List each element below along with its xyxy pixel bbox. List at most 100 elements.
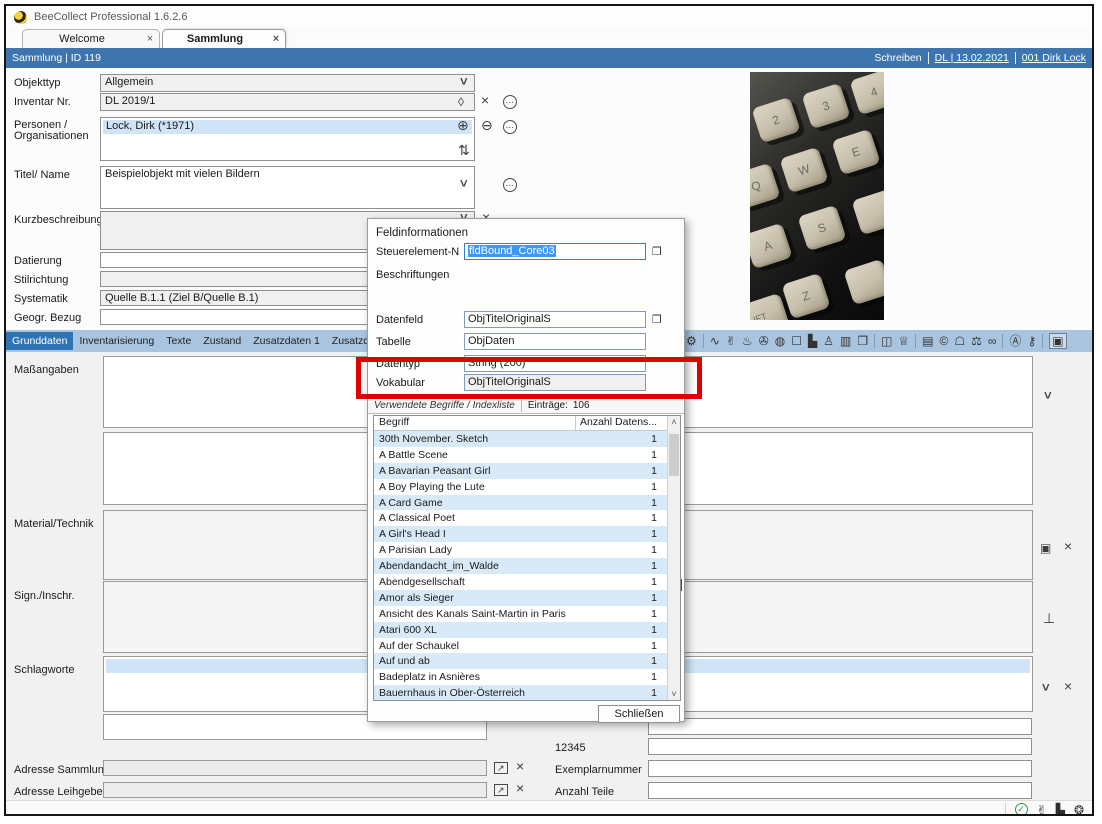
clipboard-icon[interactable]: ❐ — [857, 334, 868, 348]
tabelle-field[interactable]: ObjDaten — [464, 333, 646, 350]
list-item[interactable]: Bauernhaus in Ober-Österreich1 — [374, 685, 667, 701]
list-item[interactable]: Abendandacht_im_Walde1 — [374, 558, 667, 574]
list-item[interactable]: A Girl's Head I1 — [374, 526, 667, 542]
tab-zusatzdaten-1[interactable]: Zusatzdaten 1 — [247, 332, 326, 350]
scroll-up-icon[interactable]: ˄ — [668, 417, 680, 427]
close-icon[interactable]: × — [516, 760, 524, 772]
list-item[interactable]: Auf der Schaukel1 — [374, 638, 667, 654]
statistics-icon[interactable]: ∿ — [710, 334, 720, 348]
close-icon[interactable]: × — [516, 782, 524, 794]
list-item[interactable]: A Boy Playing the Lute1 — [374, 479, 667, 495]
clipboard-icon[interactable]: ❐ — [652, 313, 662, 326]
tab-sammlung[interactable]: Sammlung × — [162, 29, 286, 48]
more-options-icon[interactable]: … — [503, 120, 517, 134]
list-item[interactable]: Ansicht des Kanals Saint-Martin in Paris… — [374, 606, 667, 622]
hands-icon[interactable]: ✌ — [1037, 804, 1047, 816]
scroll-down-icon[interactable]: ˅ — [668, 689, 680, 699]
tab-zustand[interactable]: Zustand — [197, 332, 247, 350]
close-icon[interactable]: × — [1064, 540, 1072, 552]
add-icon[interactable]: ⊕ — [457, 119, 469, 131]
objekttyp-field[interactable]: Allgemein — [100, 74, 475, 92]
settings-icon[interactable]: ⚙ — [686, 334, 697, 348]
list-item[interactable]: Abendgesellschaft1 — [374, 574, 667, 590]
text-icon[interactable]: Ⓐ — [1009, 334, 1021, 348]
scales-icon[interactable]: ⚖ — [971, 334, 982, 348]
titel-field[interactable]: Beispielobjekt mit vielen Bildern — [100, 166, 475, 209]
package-icon[interactable]: ☐ — [791, 334, 802, 348]
crown-icon[interactable]: ♕ — [898, 334, 909, 348]
chevron-down-icon[interactable]: ˅ — [1044, 390, 1052, 402]
close-icon[interactable]: × — [481, 94, 489, 106]
typewriter-key: Z — [781, 273, 830, 320]
frame-icon[interactable]: ▣ — [1049, 333, 1066, 349]
hands-icon[interactable]: ✌ — [726, 334, 736, 348]
check-icon[interactable]: ✓ — [1015, 803, 1028, 816]
anzahl-teile-field[interactable] — [648, 782, 1032, 799]
image-icon[interactable]: ▣ — [1040, 542, 1051, 554]
list-item[interactable]: Amor als Sieger1 — [374, 590, 667, 606]
scrollbar[interactable]: ˄ ˅ — [667, 416, 680, 700]
remove-icon[interactable]: ⊖ — [481, 119, 493, 131]
typewriter-key — [851, 189, 884, 236]
personen-selected-entry[interactable]: Lock, Dirk (*1971) — [103, 120, 472, 134]
list-item[interactable]: A Battle Scene1 — [374, 447, 667, 463]
thermometer-icon[interactable]: ♨ — [742, 334, 753, 348]
datenfeld-field[interactable]: ObjTitelOriginalS — [464, 311, 646, 328]
search-document-icon[interactable]: ✇ — [759, 334, 769, 348]
list-item[interactable]: A Classical Poet1 — [374, 510, 667, 526]
record-title: Sammlung | ID 119 — [12, 52, 101, 64]
shield-icon[interactable]: ☖ — [954, 334, 965, 348]
copyright-icon[interactable]: © — [940, 334, 949, 348]
scrollbar-thumb[interactable] — [669, 434, 679, 476]
globe-icon[interactable]: ❂ — [1074, 804, 1084, 816]
book-icon[interactable]: ◫ — [881, 334, 892, 348]
inventar-field[interactable]: DL 2019/1 — [100, 93, 475, 111]
ticket-icon[interactable]: ▥ — [840, 334, 851, 348]
close-button[interactable]: Schließen — [598, 705, 680, 723]
list-item[interactable]: Auf und ab1 — [374, 653, 667, 669]
list-item[interactable]: A Bavarian Peasant Girl1 — [374, 463, 667, 479]
key-icon[interactable]: ⚷ — [1027, 334, 1036, 348]
more-options-icon[interactable]: … — [503, 95, 517, 109]
tab-inventarisierung[interactable]: Inventarisierung — [73, 332, 160, 350]
clipboard-icon[interactable]: ❐ — [652, 245, 662, 258]
sort-icon[interactable]: ⇅ — [458, 144, 470, 156]
external-link-icon[interactable]: ↗ — [494, 762, 508, 774]
user-date-link[interactable]: DL | 13.02.2021 — [935, 52, 1009, 64]
list-item[interactable]: A Card Game1 — [374, 495, 667, 511]
tab-texte[interactable]: Texte — [160, 332, 197, 350]
palette-icon[interactable]: ◍ — [775, 334, 785, 348]
list-item[interactable]: Atari 600 XL1 — [374, 622, 667, 638]
tab-welcome[interactable]: Welcome × — [22, 29, 160, 48]
list-item[interactable]: A Parisian Lady1 — [374, 542, 667, 558]
erase-icon[interactable]: ◊ — [458, 96, 464, 108]
adresse-sammlung-field[interactable] — [103, 760, 487, 776]
truck-icon[interactable]: ▙ — [1056, 804, 1065, 816]
steuerelement-field[interactable]: fldBound_Core03 — [464, 243, 646, 260]
object-photo[interactable]: 2 3 4 Q W E A S Z IFT — [750, 72, 884, 320]
column-anzahl[interactable]: Anzahl Datens... — [575, 416, 667, 430]
personen-field[interactable]: Lock, Dirk (*1971) — [100, 117, 475, 161]
external-link-icon[interactable]: ↗ — [494, 784, 508, 796]
truck-icon[interactable]: ▙ — [808, 334, 817, 348]
user-link[interactable]: 001 Dirk Lock — [1022, 52, 1086, 64]
close-icon[interactable]: × — [267, 33, 285, 45]
adresse-leihgeber-field[interactable] — [103, 782, 487, 798]
column-begriff[interactable]: Begriff — [374, 416, 575, 430]
chevron-down-icon[interactable]: ˅ — [460, 76, 468, 88]
chevron-down-icon[interactable]: ˅ — [1042, 682, 1050, 694]
list-item[interactable]: 30th November. Sketch1 — [374, 431, 667, 447]
tab-grunddaten[interactable]: Grunddaten — [6, 332, 73, 350]
more-options-icon[interactable]: … — [503, 178, 517, 192]
link-icon[interactable]: ∞ — [988, 334, 997, 348]
list-item[interactable]: Badeplatz in Asnières1 — [374, 669, 667, 685]
exemplarnummer-field[interactable] — [648, 760, 1032, 777]
person-icon[interactable]: ♙ — [823, 334, 834, 348]
close-icon[interactable]: × — [1064, 680, 1072, 692]
schlagworte-subfield-2[interactable] — [648, 718, 1032, 735]
chevron-down-icon[interactable]: ˅ — [460, 178, 468, 190]
num-field[interactable] — [648, 738, 1032, 755]
card-icon[interactable]: ▤ — [922, 334, 933, 348]
close-icon[interactable]: × — [141, 33, 159, 45]
stamp-icon[interactable]: ⊥ — [1043, 612, 1055, 624]
